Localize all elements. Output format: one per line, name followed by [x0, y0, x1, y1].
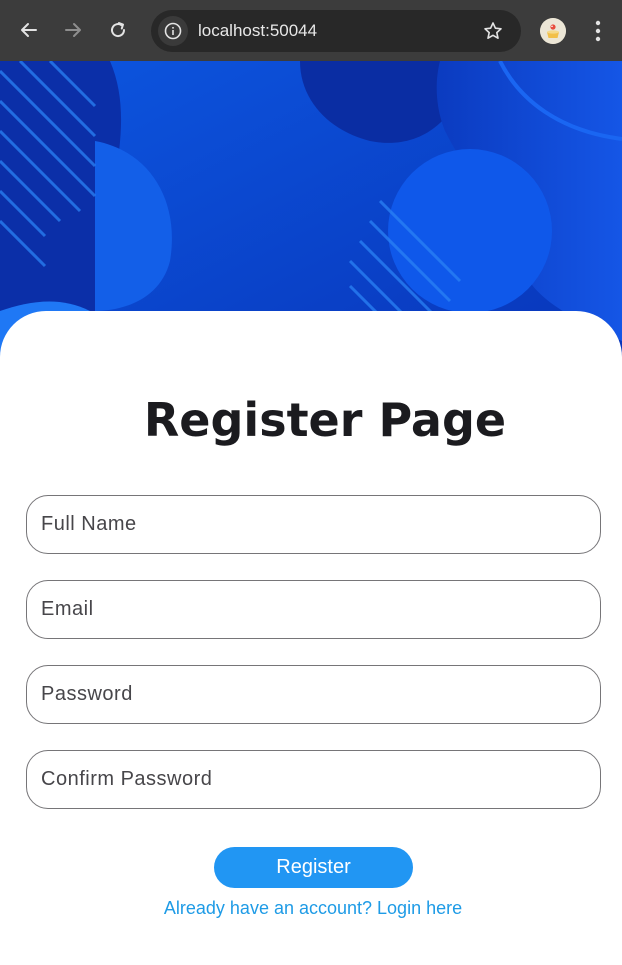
reload-icon [111, 22, 126, 38]
browser-toolbar: localhost:50044 [0, 0, 622, 61]
reload-button[interactable] [102, 14, 134, 46]
back-button[interactable] [13, 14, 45, 46]
email-field[interactable] [26, 580, 601, 639]
profile-avatar-icon[interactable] [540, 18, 566, 44]
more-vert-icon[interactable] [588, 18, 608, 44]
page-title: Register Page [143, 393, 507, 447]
site-info-button[interactable] [158, 16, 188, 46]
login-link[interactable]: Already have an account? Login here [0, 898, 622, 919]
forward-button[interactable] [57, 14, 89, 46]
password-input[interactable] [41, 666, 581, 722]
confirm-password-field[interactable] [26, 750, 601, 809]
confirm-password-input[interactable] [41, 751, 581, 807]
star-icon[interactable] [483, 21, 503, 41]
info-icon [164, 22, 182, 40]
register-button[interactable]: Register [214, 847, 413, 888]
arrow-right-icon [65, 23, 81, 37]
full-name-input[interactable] [41, 496, 581, 552]
url-text[interactable]: localhost:50044 [198, 21, 317, 41]
address-bar[interactable]: localhost:50044 [151, 10, 521, 52]
arrow-left-icon [21, 23, 37, 37]
email-input[interactable] [41, 581, 581, 637]
password-field[interactable] [26, 665, 601, 724]
full-name-field[interactable] [26, 495, 601, 554]
